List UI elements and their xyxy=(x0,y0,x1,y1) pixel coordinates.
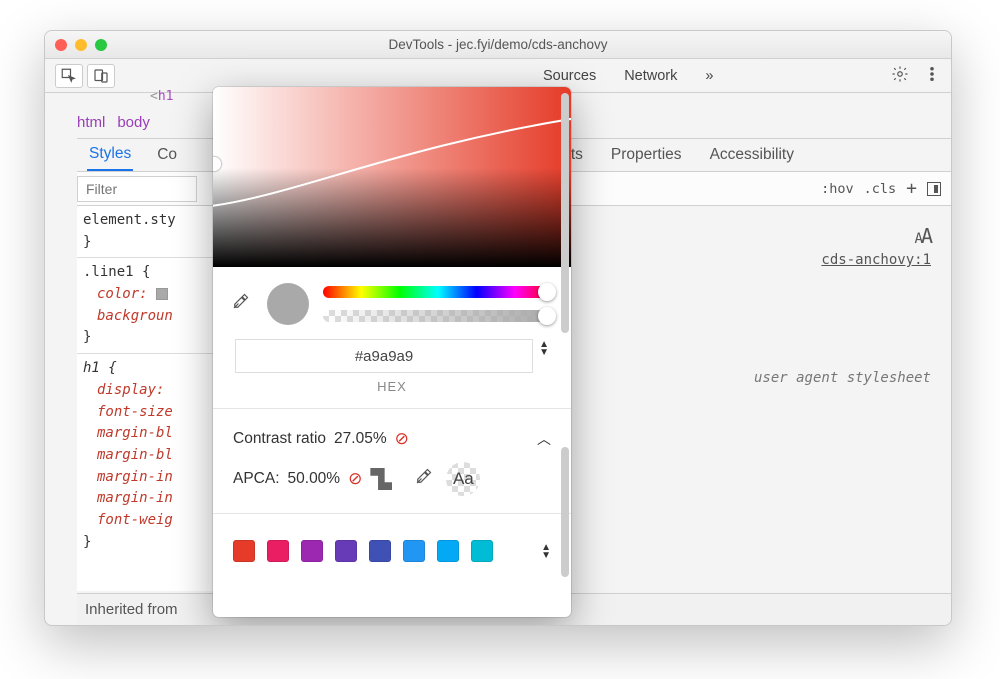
picker-scrollbar[interactable] xyxy=(561,447,569,577)
css-prop[interactable]: margin-bl xyxy=(97,445,207,467)
styles-pane: element.sty } .line1 { color: backgroun … xyxy=(77,206,213,591)
toggle-computed-pane-button[interactable] xyxy=(927,182,941,196)
contrast-sample-icon: Aa xyxy=(446,462,480,496)
subtab-accessibility[interactable]: Accessibility xyxy=(710,146,794,164)
inspect-element-button[interactable] xyxy=(55,64,83,88)
palette-swatch[interactable] xyxy=(437,540,459,562)
device-toolbar-button[interactable] xyxy=(87,64,115,88)
palette-swatch[interactable] xyxy=(369,540,391,562)
format-switch-button[interactable]: ▲▼ xyxy=(539,339,549,357)
background-eyedropper-button[interactable] xyxy=(414,468,432,491)
color-spectrum[interactable] xyxy=(213,87,571,267)
css-prop[interactable]: margin-bl xyxy=(97,423,207,445)
cls-toggle[interactable]: .cls xyxy=(864,181,897,197)
contrast-fail-icon: ⊘ xyxy=(395,429,409,449)
chevron-up-icon[interactable]: ︿ xyxy=(537,429,551,449)
css-prop[interactable]: margin-in xyxy=(97,488,207,510)
contrast-ratio-row[interactable]: Contrast ratio 27.05% ⊘ ︿ xyxy=(233,419,551,459)
color-format-label: HEX xyxy=(213,379,571,394)
tabs-overflow-button[interactable]: » xyxy=(705,68,713,84)
source-link[interactable]: cds-anchovy:1 xyxy=(821,252,931,268)
dom-breadcrumb: html body xyxy=(77,109,150,135)
dom-fragment: <h1 xyxy=(150,89,173,104)
user-agent-stylesheet-label: user agent stylesheet xyxy=(754,370,931,386)
alpha-thumb[interactable] xyxy=(538,307,556,325)
tab-network[interactable]: Network xyxy=(624,68,677,84)
palette-swatch[interactable] xyxy=(267,540,289,562)
color-picker-popover: ▲▼ HEX Contrast ratio 27.05% ⊘ ︿ APCA: 5… xyxy=(213,87,571,617)
tab-sources[interactable]: Sources xyxy=(543,68,596,84)
eyedropper-button[interactable] xyxy=(231,293,253,315)
picker-scrollbar[interactable] xyxy=(561,93,569,333)
palette-swatch[interactable] xyxy=(471,540,493,562)
palette-swatch[interactable] xyxy=(403,540,425,562)
subtab-properties[interactable]: Properties xyxy=(611,146,682,164)
apca-row: APCA: 50.00% ⊘ Aa xyxy=(233,459,551,499)
color-swatch-icon[interactable] xyxy=(156,288,168,300)
palette-swatch[interactable] xyxy=(335,540,357,562)
hex-input[interactable] xyxy=(235,339,533,373)
element-style-selector[interactable]: element.sty xyxy=(83,212,176,228)
palette-swatch[interactable] xyxy=(301,540,323,562)
css-prop[interactable]: backgroun xyxy=(97,306,207,328)
more-menu-button[interactable] xyxy=(923,65,941,86)
devtools-window: DevTools - jec.fyi/demo/cds-anchovy Sour… xyxy=(44,30,952,626)
current-color-swatch xyxy=(267,283,309,325)
styles-filter-input[interactable] xyxy=(77,176,197,202)
font-size-indicator[interactable]: AA xyxy=(915,224,931,248)
crumb-body[interactable]: body xyxy=(117,114,150,131)
panel-tabs: Sources Network » xyxy=(543,68,713,84)
css-prop[interactable]: font-size xyxy=(97,402,207,424)
css-prop[interactable]: display: xyxy=(97,380,207,402)
css-prop[interactable]: font-weig xyxy=(97,510,207,532)
color-palette: ▲▼ xyxy=(213,524,571,574)
crumb-html[interactable]: html xyxy=(77,114,105,131)
subtab-styles[interactable]: Styles xyxy=(87,139,133,171)
palette-switch-button[interactable]: ▲▼ xyxy=(541,542,551,560)
window-title: DevTools - jec.fyi/demo/cds-anchovy xyxy=(45,37,951,52)
alpha-slider[interactable] xyxy=(323,310,553,322)
subtab-computed-truncated[interactable]: Co xyxy=(157,146,177,164)
rule-selector-line1[interactable]: .line1 { xyxy=(83,264,150,280)
titlebar: DevTools - jec.fyi/demo/cds-anchovy xyxy=(45,31,951,59)
rule-selector-h1[interactable]: h1 { xyxy=(83,360,117,376)
hue-slider[interactable] xyxy=(323,286,553,298)
palette-swatch[interactable] xyxy=(233,540,255,562)
hue-thumb[interactable] xyxy=(538,283,556,301)
new-style-rule-button[interactable]: + xyxy=(906,178,917,199)
swap-colors-icon[interactable] xyxy=(370,468,392,490)
settings-button[interactable] xyxy=(891,65,909,86)
css-prop[interactable]: margin-in xyxy=(97,467,207,489)
css-prop[interactable]: color: xyxy=(97,284,207,306)
apca-fail-icon: ⊘ xyxy=(348,469,362,489)
hov-toggle[interactable]: :hov xyxy=(821,181,854,197)
